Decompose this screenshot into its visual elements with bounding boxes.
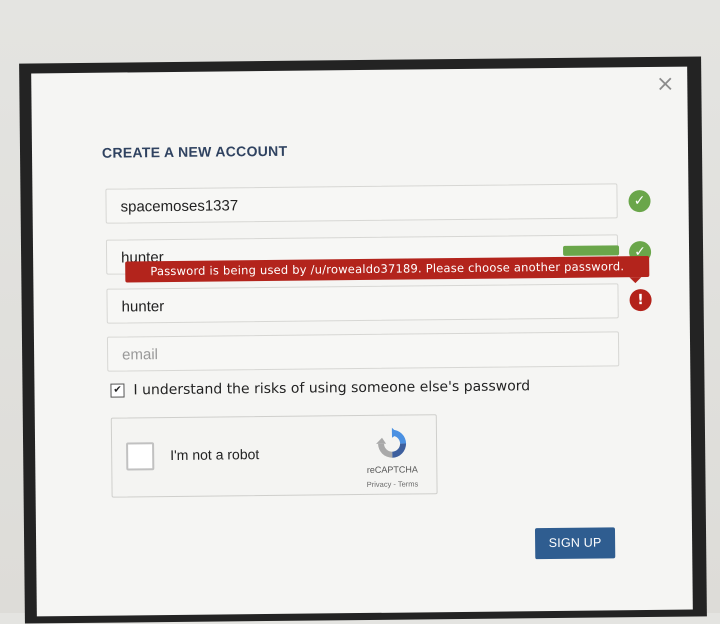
- password-error-tooltip: Password is being used by /u/rowealdo371…: [125, 255, 650, 283]
- agreement-label: I understand the risks of using someone …: [133, 378, 531, 399]
- username-valid-check-icon: ✓: [628, 189, 651, 213]
- recaptcha-brand: reCAPTCHA: [366, 464, 418, 475]
- confirm-password-field[interactable]: hunter: [106, 283, 619, 324]
- username-field[interactable]: spacemoses1337: [105, 183, 618, 224]
- agreement-checkbox[interactable]: ✔: [110, 383, 125, 398]
- recaptcha-privacy-terms-link[interactable]: Privacy - Terms: [362, 479, 422, 489]
- recaptcha-checkbox[interactable]: [126, 442, 155, 471]
- signup-dialog: × CREATE A NEW ACCOUNT spacemoses1337 ✓ …: [31, 66, 693, 617]
- dialog-title: CREATE A NEW ACCOUNT: [101, 142, 288, 161]
- recaptcha-label: I'm not a robot: [170, 446, 260, 464]
- recaptcha-logo-icon: [376, 427, 407, 458]
- password-strength-meter: [563, 245, 620, 256]
- recaptcha-widget: I'm not a robot reCAPTCHA Privacy - Term…: [110, 414, 438, 498]
- confirm-password-error-icon: !: [629, 288, 652, 312]
- email-field[interactable]: email: [106, 331, 620, 372]
- agreement-row[interactable]: ✔ I understand the risks of using someon…: [110, 378, 530, 398]
- close-icon[interactable]: ×: [655, 72, 675, 97]
- sign-up-button[interactable]: SIGN UP: [534, 527, 616, 560]
